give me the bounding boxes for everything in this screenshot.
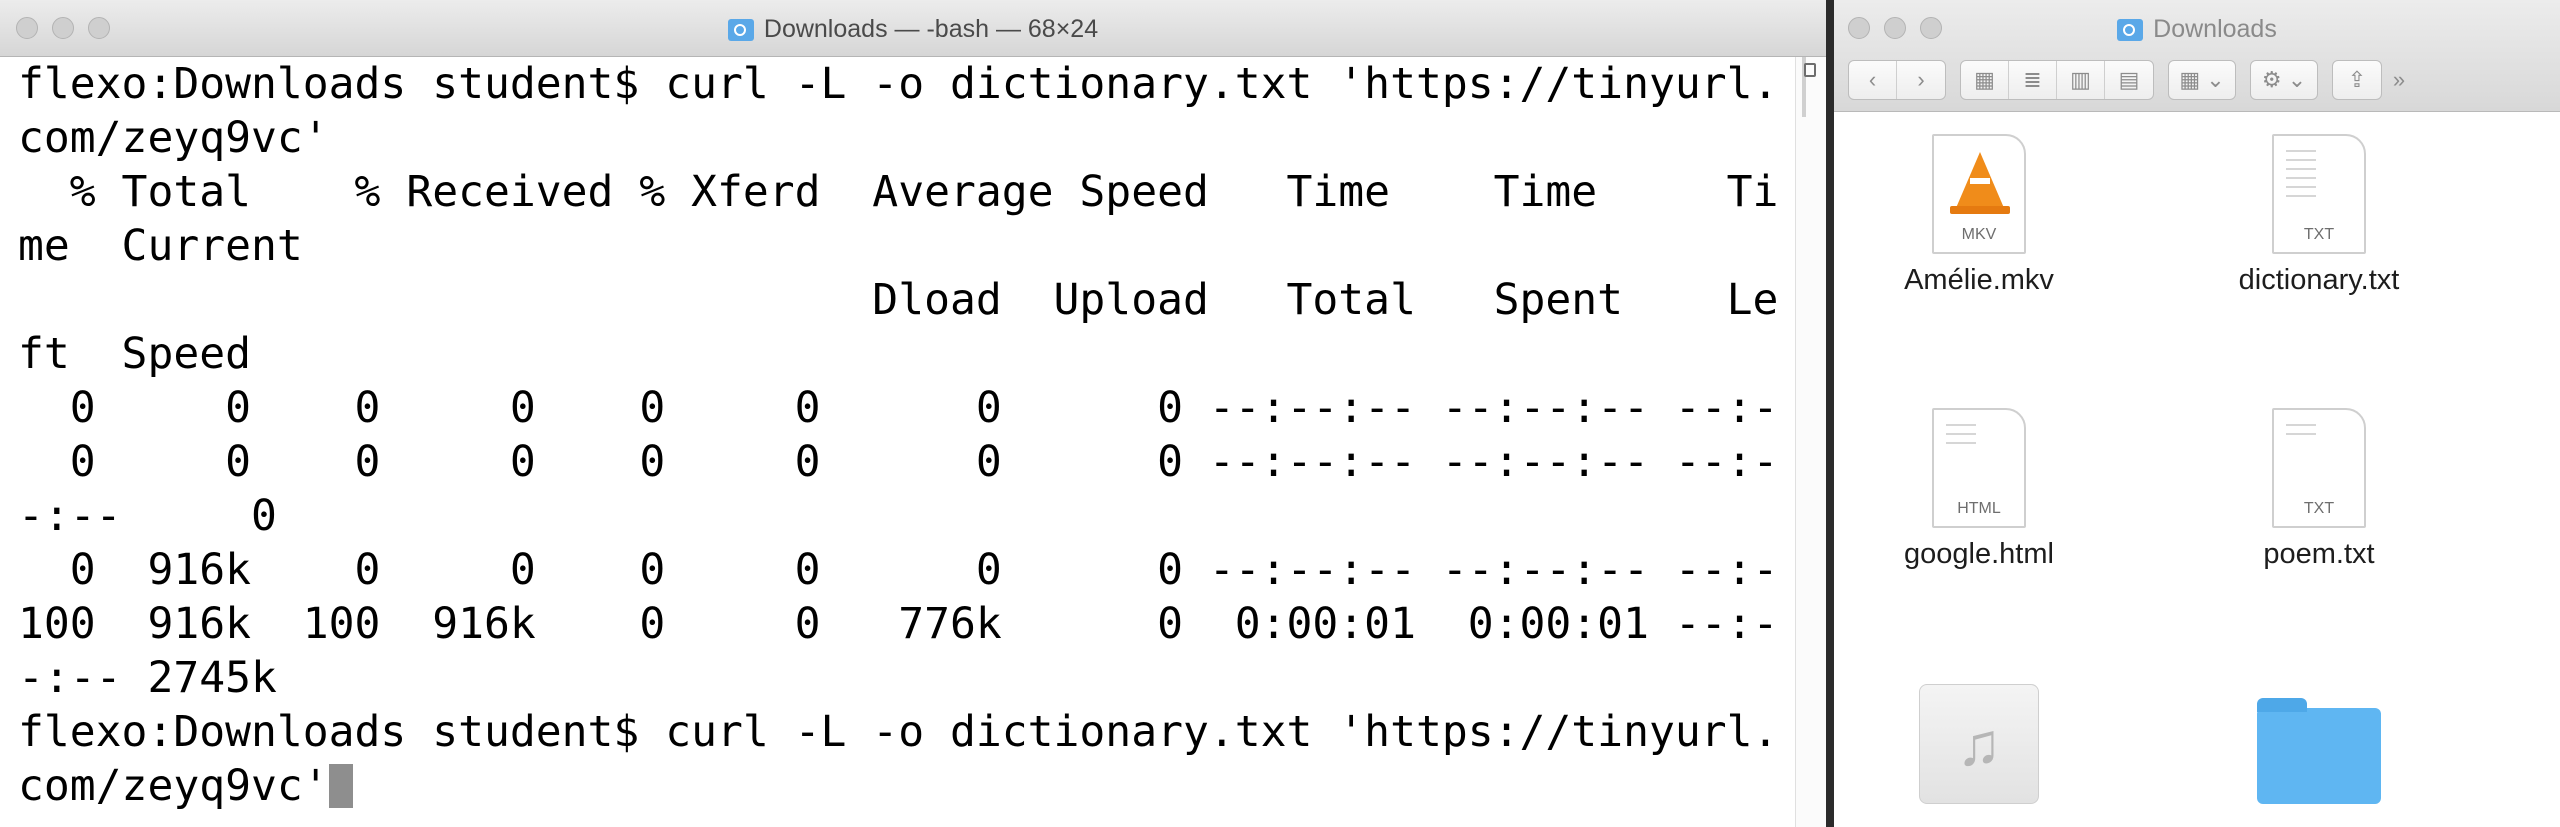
terminal-title-text: Downloads — -bash — 68×24 xyxy=(763,15,1099,43)
icon-view-icon[interactable]: ▦ xyxy=(1961,61,2009,99)
view-mode-buttons: ▦ ≣ ▥ ▤ xyxy=(1960,60,2154,100)
text-cursor xyxy=(328,764,353,808)
downloads-folder-icon xyxy=(2117,18,2144,41)
terminal-line: flexo:Downloads student$ curl -L -o dict… xyxy=(18,59,1779,109)
downloads-folder-icon xyxy=(727,18,754,41)
file-type-tag: TXT xyxy=(2303,226,2335,243)
terminal-line: 0 916k 0 0 0 0 0 0 --:--:-- --:--:-- --:… xyxy=(18,545,1779,595)
terminal-line: com/zeyq9vc' xyxy=(18,113,329,163)
action-button[interactable]: ⚙ ⌄ xyxy=(2250,60,2318,100)
terminal-line: ft Speed xyxy=(18,329,251,379)
gear-icon: ⚙ ⌄ xyxy=(2261,67,2307,92)
file-item[interactable] xyxy=(2194,694,2444,804)
terminal-scrollbar[interactable] xyxy=(1795,57,1826,827)
arrange-button[interactable]: ▦ ⌄ xyxy=(2168,60,2236,100)
terminal-output[interactable]: flexo:Downloads student$ curl -L -o dict… xyxy=(0,57,1796,827)
share-icon: ⇪ xyxy=(2347,67,2367,92)
terminal-line: Dload Upload Total Spent Le xyxy=(18,275,1779,325)
terminal-window: Downloads — -bash — 68×24 flexo:Download… xyxy=(0,0,1826,827)
terminal-line: -:-- 0 xyxy=(18,491,277,541)
nav-buttons: ‹ › xyxy=(1848,60,1946,100)
vlc-cone-icon: MKV xyxy=(1932,134,2026,254)
finder-toolbar: ‹ › ▦ ≣ ▥ ▤ ▦ ⌄ ⚙ ⌄ ⇪ » xyxy=(1848,60,2560,100)
file-name: dictionary.txt xyxy=(2238,264,2400,296)
split-pane-icon[interactable] xyxy=(1804,63,1816,77)
file-type-tag: TXT xyxy=(2303,500,2335,517)
folder-icon xyxy=(2257,698,2381,804)
cover-flow-icon[interactable]: ▤ xyxy=(2105,61,2153,99)
share-button[interactable]: ⇪ xyxy=(2332,60,2382,100)
file-item[interactable]: ♫ xyxy=(1854,684,2104,804)
file-item[interactable]: MKV Amélie.mkv xyxy=(1854,134,2104,297)
terminal-line: 0 0 0 0 0 0 0 0 --:--:-- --:--:-- --:- xyxy=(18,437,1779,487)
file-item[interactable]: TXT poem.txt xyxy=(2194,408,2444,571)
terminal-titlebar[interactable]: Downloads — -bash — 68×24 xyxy=(0,0,1826,57)
terminal-line: flexo:Downloads student$ curl -L -o dict… xyxy=(18,707,1779,757)
terminal-prompt-line: com/zeyq9vc' xyxy=(18,759,1796,813)
text-document-icon: TXT xyxy=(2272,408,2366,528)
terminal-line: 100 916k 100 916k 0 0 776k 0 0:00:01 0:0… xyxy=(18,599,1779,649)
finder-title: Downloads xyxy=(1834,15,2560,44)
file-name: google.html xyxy=(1904,538,2054,570)
forward-button[interactable]: › xyxy=(1897,61,1945,99)
arrange-icon: ▦ ⌄ xyxy=(2179,67,2225,92)
finder-title-text: Downloads xyxy=(2153,15,2277,43)
list-view-icon[interactable]: ≣ xyxy=(2009,61,2057,99)
finder-window: Downloads ‹ › ▦ ≣ ▥ ▤ ▦ ⌄ ⚙ ⌄ ⇪ » MKV Am… xyxy=(1834,0,2560,827)
music-file-icon: ♫ xyxy=(1919,684,2039,804)
terminal-line: -:-- 2745k xyxy=(18,653,277,703)
html-document-icon: HTML xyxy=(1932,408,2026,528)
file-grid: MKV Amélie.mkv TXT dictionary.txt HTML g… xyxy=(1834,112,2560,827)
terminal-line: 0 0 0 0 0 0 0 0 --:--:-- --:--:-- --:- xyxy=(18,383,1779,433)
column-view-icon[interactable]: ▥ xyxy=(2057,61,2105,99)
file-type-tag: MKV xyxy=(1961,226,1997,243)
file-type-tag: HTML xyxy=(1957,500,2001,517)
toolbar-overflow-icon[interactable]: » xyxy=(2382,61,2416,99)
terminal-line: % Total % Received % Xferd Average Speed… xyxy=(18,167,1779,217)
file-item[interactable]: TXT dictionary.txt xyxy=(2194,134,2444,297)
terminal-title: Downloads — -bash — 68×24 xyxy=(0,15,1826,44)
file-name: poem.txt xyxy=(2263,538,2375,570)
file-name: Amélie.mkv xyxy=(1904,264,2054,296)
terminal-line-text: com/zeyq9vc' xyxy=(18,761,329,811)
terminal-line: me Current xyxy=(18,221,303,271)
finder-titlebar[interactable]: Downloads ‹ › ▦ ≣ ▥ ▤ ▦ ⌄ ⚙ ⌄ ⇪ » xyxy=(1834,0,2560,112)
text-document-icon: TXT xyxy=(2272,134,2366,254)
back-button[interactable]: ‹ xyxy=(1849,61,1897,99)
file-item[interactable]: HTML google.html xyxy=(1854,408,2104,571)
